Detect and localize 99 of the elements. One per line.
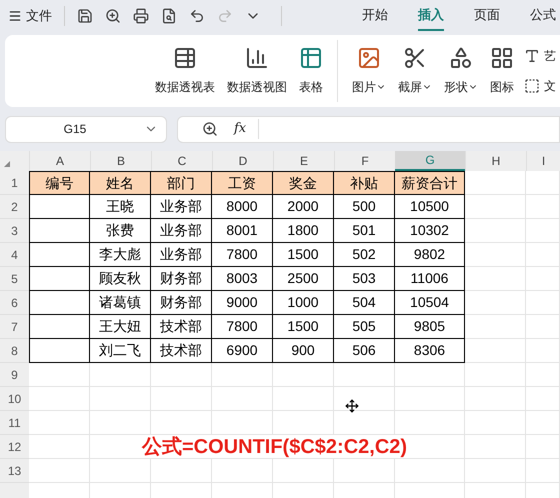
name-box[interactable]: G15 bbox=[5, 116, 167, 142]
print-icon[interactable] bbox=[133, 8, 149, 24]
row-header[interactable]: 6 bbox=[0, 291, 29, 315]
ribbon-tab[interactable]: 公式 bbox=[530, 5, 556, 31]
save-icon[interactable] bbox=[77, 8, 93, 24]
column-header[interactable]: H bbox=[465, 151, 526, 171]
formula-input[interactable]: fx bbox=[177, 116, 560, 142]
pivot-chart-icon bbox=[245, 46, 269, 70]
grid-icon bbox=[490, 46, 514, 70]
table-cell: 王晓 bbox=[90, 195, 151, 219]
ribbon-button[interactable]: 数据透视图 bbox=[221, 46, 293, 96]
table-cell: 10504 bbox=[395, 291, 465, 315]
table-cell: 王大妞 bbox=[90, 315, 151, 339]
table-cell: 1000 bbox=[273, 291, 334, 315]
table-cell: 10302 bbox=[395, 219, 465, 243]
ribbon-tab[interactable]: 插入 bbox=[418, 5, 444, 31]
cursor-icon bbox=[345, 399, 359, 413]
table-cell: 业务部 bbox=[151, 195, 212, 219]
table-cell: 诸葛镇 bbox=[90, 291, 151, 315]
row-header[interactable]: 10 bbox=[0, 387, 29, 411]
table-cell: 502 bbox=[334, 243, 395, 267]
table-cell: 刘二飞 bbox=[90, 339, 151, 363]
ribbon-tab[interactable]: 开始 bbox=[362, 5, 388, 31]
image-icon bbox=[357, 46, 381, 70]
row-header[interactable]: 7 bbox=[0, 315, 29, 339]
table-cell: 506 bbox=[334, 339, 395, 363]
table-cell: 7800 bbox=[212, 315, 273, 339]
row-header[interactable]: 4 bbox=[0, 243, 29, 267]
ribbon-tab[interactable]: 页面 bbox=[474, 5, 500, 31]
table-cell: 503 bbox=[334, 267, 395, 291]
shapes-icon bbox=[449, 46, 473, 70]
table-cell: 501 bbox=[334, 219, 395, 243]
row-header[interactable]: 13 bbox=[0, 459, 29, 483]
table-cell: 9802 bbox=[395, 243, 465, 267]
table-cell: 505 bbox=[334, 315, 395, 339]
table-cell: 1500 bbox=[273, 315, 334, 339]
table-cell: 薪资合计 bbox=[395, 171, 465, 195]
row-header[interactable]: 9 bbox=[0, 363, 29, 387]
table-cell: 财务部 bbox=[151, 291, 212, 315]
table-cell: 2000 bbox=[273, 195, 334, 219]
ribbon-button[interactable]: 截屏 bbox=[392, 46, 438, 96]
scissors-icon bbox=[403, 46, 427, 70]
table-cell: 张费 bbox=[90, 219, 151, 243]
zoom-icon[interactable] bbox=[202, 121, 218, 137]
table-cell: 8001 bbox=[212, 219, 273, 243]
table-cell: 900 bbox=[273, 339, 334, 363]
table-cell: 7800 bbox=[212, 243, 273, 267]
table-cell: 奖金 bbox=[273, 171, 334, 195]
row-header[interactable]: 1 bbox=[0, 171, 29, 195]
letter-icon bbox=[524, 48, 540, 64]
table-cell: 编号 bbox=[29, 171, 90, 195]
row-header[interactable]: 12 bbox=[0, 435, 29, 459]
formula-caption: 公式=COUNTIF($C$2:C2,C2) bbox=[142, 436, 408, 458]
table-cell: 财务部 bbox=[151, 267, 212, 291]
print-preview-icon[interactable] bbox=[161, 8, 177, 24]
row-header[interactable]: 8 bbox=[0, 339, 29, 363]
redo-icon[interactable] bbox=[217, 8, 233, 24]
row-header[interactable]: 2 bbox=[0, 195, 29, 219]
table-cell: 1500 bbox=[273, 243, 334, 267]
ribbon-button[interactable]: 图标 bbox=[484, 46, 520, 96]
table-cell: 工资 bbox=[212, 171, 273, 195]
table-cell: 李大彪 bbox=[90, 243, 151, 267]
table-cell: 技术部 bbox=[151, 315, 212, 339]
table-cell: 500 bbox=[334, 195, 395, 219]
table-cell: 11006 bbox=[395, 267, 465, 291]
table-cell: 504 bbox=[334, 291, 395, 315]
table-cell: 8000 bbox=[212, 195, 273, 219]
table-cell: 8003 bbox=[212, 267, 273, 291]
undo-icon[interactable] bbox=[189, 8, 205, 24]
ribbon-small-button[interactable]: 文 bbox=[524, 77, 556, 95]
menu-icon bbox=[8, 9, 22, 23]
table-cell: 1800 bbox=[273, 219, 334, 243]
row-header[interactable]: 11 bbox=[0, 411, 29, 435]
table-cell: 10500 bbox=[395, 195, 465, 219]
table-cell: 业务部 bbox=[151, 243, 212, 267]
table-cell: 9000 bbox=[212, 291, 273, 315]
ribbon-small-button[interactable]: 艺 bbox=[524, 47, 556, 65]
table-cell: 补贴 bbox=[334, 171, 395, 195]
table-cell: 部门 bbox=[151, 171, 212, 195]
table-cell: 顾友秋 bbox=[90, 267, 151, 291]
row-header[interactable]: 3 bbox=[0, 219, 29, 243]
table-icon bbox=[299, 46, 323, 70]
file-menu[interactable]: 文件 bbox=[8, 6, 52, 26]
table-cell: 技术部 bbox=[151, 339, 212, 363]
text-box-icon bbox=[524, 78, 540, 94]
ribbon-button[interactable]: 表格 bbox=[293, 46, 329, 96]
table-cell: 2500 bbox=[273, 267, 334, 291]
ribbon-button[interactable]: 形状 bbox=[438, 46, 484, 96]
table-cell: 6900 bbox=[212, 339, 273, 363]
row-header[interactable]: 5 bbox=[0, 267, 29, 291]
table-cell: 8306 bbox=[395, 339, 465, 363]
ribbon-button[interactable]: 数据透视表 bbox=[149, 46, 221, 96]
table-cell: 9805 bbox=[395, 315, 465, 339]
table-cell: 业务部 bbox=[151, 219, 212, 243]
column-header[interactable]: I bbox=[526, 151, 560, 171]
ribbon-button[interactable]: 图片 bbox=[346, 46, 392, 96]
table-cell: 姓名 bbox=[90, 171, 151, 195]
pivot-table-icon bbox=[173, 46, 197, 70]
zoom-icon[interactable] bbox=[105, 8, 121, 24]
